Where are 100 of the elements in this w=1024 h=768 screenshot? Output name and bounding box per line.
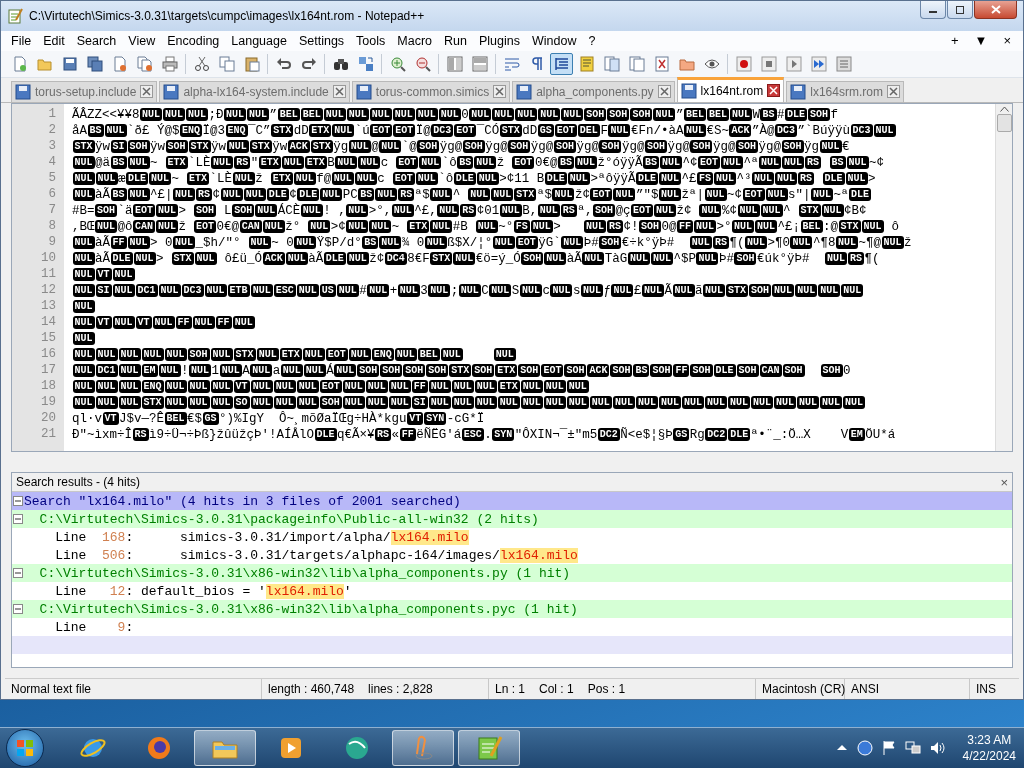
control-char-badge: STX — [499, 124, 522, 138]
search-summary-row[interactable]: Search "lx164.milo" (4 hits in 3 files of 2001 searched) — [12, 492, 1012, 511]
control-char-badge: DC3 — [431, 124, 454, 138]
file-tab[interactable]: alpha-lx164-system.include — [159, 80, 350, 102]
control-char-badge: SI — [411, 396, 428, 410]
control-char-badge: RS — [375, 428, 392, 442]
circle-icon[interactable] — [856, 740, 873, 756]
control-char-badge: EOT — [370, 124, 393, 138]
taskbar-button[interactable] — [194, 730, 256, 766]
file-tab[interactable]: torus-setup.include — [11, 80, 158, 102]
file-tab[interactable]: lx164srm.rom — [786, 80, 904, 102]
menu-item[interactable]: Edit — [37, 32, 71, 49]
tab-close-button[interactable] — [332, 85, 346, 99]
hit-label[interactable]: Line — [24, 619, 87, 635]
menu-control[interactable]: ▼ — [966, 33, 996, 49]
vertical-scrollbar[interactable] — [995, 103, 1012, 452]
tab-close-button[interactable] — [657, 85, 671, 99]
line-number: 2 — [47, 122, 57, 139]
menu-control[interactable]: + — [942, 33, 967, 49]
menu-item[interactable]: ? — [582, 32, 602, 49]
control-char-badge: VT — [95, 268, 112, 282]
start-button[interactable] — [6, 729, 44, 767]
file-tab[interactable]: lx164nt.rom — [676, 76, 785, 102]
hit-label[interactable]: Line — [24, 583, 87, 599]
control-char-badge: NUL — [164, 380, 187, 394]
collapse-icon[interactable] — [13, 514, 23, 525]
control-char-badge: NUL — [415, 172, 438, 186]
menu-item[interactable]: Run — [438, 32, 473, 49]
control-char-badge: NUL — [550, 284, 573, 298]
network-icon[interactable] — [904, 740, 921, 756]
menu-item[interactable]: Settings — [292, 32, 351, 49]
tab-close-button[interactable] — [886, 85, 900, 99]
control-char-badge: FF — [673, 364, 690, 378]
speaker-icon[interactable] — [928, 740, 945, 756]
menu-item[interactable]: Language — [225, 32, 293, 49]
control-char-badge: GS — [673, 428, 690, 442]
control-char-badge: SOH — [194, 204, 217, 218]
collapse-icon[interactable] — [13, 604, 23, 615]
flag-icon[interactable] — [880, 740, 897, 756]
control-char-badge: NUL — [394, 348, 417, 362]
control-char-badge: NUL — [613, 188, 636, 202]
file-path: C:\Virtutech\Simics-3.0.31\x86-win32\lib\alpha_components.py (1 hit) — [38, 565, 571, 581]
menu-item[interactable]: File — [5, 32, 38, 49]
control-char-badge: NUL — [468, 188, 491, 202]
file-result-row[interactable]: C:\Virtutech\Simics-3.0.31\x86-win32\lib\alpha_components.pyc (1 hit) — [12, 600, 1012, 619]
panel-close-button[interactable]: × — [1000, 474, 1008, 490]
control-char-badge: NUL — [515, 108, 538, 122]
control-char-badge: SOH — [584, 108, 607, 122]
menu-item[interactable]: Tools — [350, 32, 392, 49]
control-char-badge: DLE — [110, 252, 133, 266]
tab-close-button[interactable] — [767, 84, 781, 98]
menu-item[interactable]: View — [122, 32, 162, 49]
file-path: C:\Virtutech\Simics-3.0.31\packageinfo\Public-all-win32 (2 hits) — [38, 511, 539, 527]
file-result-row[interactable]: C:\Virtutech\Simics-3.0.31\packageinfo\Public-all-win32 (2 hits) — [12, 510, 1012, 529]
menu-item[interactable]: Macro — [391, 32, 439, 49]
clock[interactable]: 3:23 AM 4/22/2024 — [962, 732, 1016, 764]
collapse-icon[interactable] — [13, 568, 23, 579]
tab-close-button[interactable] — [140, 85, 154, 99]
control-char-badge: CAN — [239, 220, 262, 234]
maximize-button[interactable] — [947, 1, 973, 19]
file-tab[interactable]: torus-common.simics — [351, 80, 511, 102]
control-char-badge: NUL — [346, 204, 369, 218]
minimize-button[interactable] — [920, 1, 946, 19]
stop-icon — [760, 55, 777, 72]
control-char-badge: BS — [633, 364, 650, 378]
close-icon — [990, 5, 1001, 14]
copy-icon — [218, 55, 235, 72]
control-char-badge: NUL — [149, 172, 172, 186]
hit-label[interactable]: Line — [24, 547, 87, 563]
close-button[interactable] — [974, 1, 1017, 19]
control-char-badge: SYN — [492, 428, 515, 442]
control-char-badge: NUL — [72, 348, 95, 362]
menu-item[interactable]: Search — [70, 32, 123, 49]
text-run: ÁCÈ — [277, 203, 301, 218]
control-char-badge: SI — [95, 284, 112, 298]
scrollbar-thumb[interactable] — [996, 113, 1012, 132]
menu-control[interactable]: × — [995, 33, 1019, 49]
menu-item[interactable]: Plugins — [472, 32, 526, 49]
text-run: C — [481, 283, 489, 298]
collapse-icon[interactable] — [13, 496, 23, 507]
file-tab[interactable]: alpha_components.py — [512, 80, 675, 102]
file-result-row[interactable]: C:\Virtutech\Simics-3.0.31\x86-win32\lib\alpha_components.py (1 hit) — [12, 564, 1012, 583]
taskbar-button[interactable] — [458, 730, 520, 766]
control-char-badge: DLE — [728, 428, 751, 442]
taskbar-button[interactable] — [392, 730, 454, 766]
hit-label[interactable]: Line — [24, 529, 87, 545]
control-char-badge: NUL — [566, 396, 589, 410]
control-char-badge: DLE — [849, 188, 872, 202]
control-char-badge: NUL — [653, 108, 676, 122]
menu-item[interactable]: Window — [525, 32, 583, 49]
control-char-badge: ACK — [729, 124, 752, 138]
notepad-icon — [475, 734, 503, 762]
control-char-badge: ETX — [407, 220, 430, 234]
line-number: 8 — [47, 218, 57, 235]
menu-item[interactable]: Encoding — [161, 32, 226, 49]
text-run: ÿg@ — [758, 139, 782, 154]
tab-close-button[interactable] — [493, 85, 507, 99]
document-icon — [578, 55, 595, 72]
text-run: Ï@ — [415, 123, 431, 138]
control-char-badge: NUL — [729, 108, 752, 122]
